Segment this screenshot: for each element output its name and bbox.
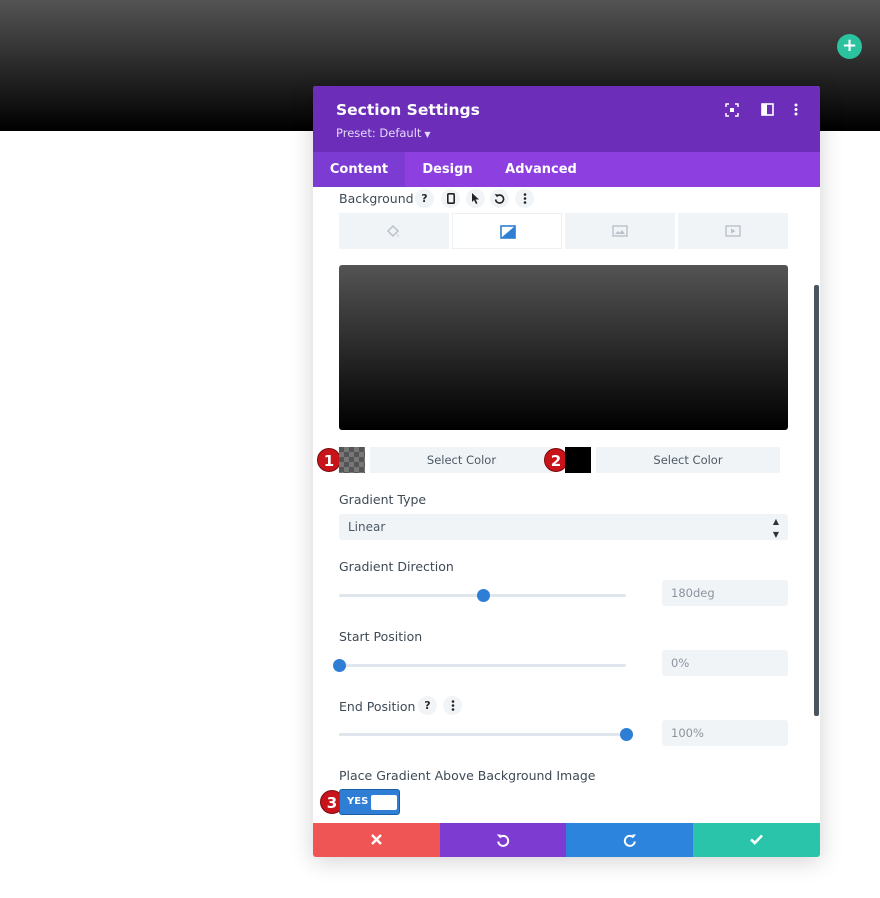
- gradient-preview: [339, 265, 788, 430]
- gradient-end-color-swatch[interactable]: [565, 447, 591, 473]
- gradient-type-select[interactable]: Linear ▲ ▼: [339, 514, 788, 540]
- annotation-badge-1: 1: [317, 448, 341, 472]
- preset-dropdown[interactable]: Preset: Default ▼: [336, 126, 431, 140]
- select-start-color-button[interactable]: Select Color: [370, 447, 553, 473]
- redo-button[interactable]: [566, 823, 693, 857]
- hover-cursor-icon[interactable]: [466, 189, 485, 208]
- gradient-direction-slider[interactable]: [339, 589, 626, 602]
- undo-button[interactable]: [440, 823, 566, 857]
- tab-background-image[interactable]: [565, 213, 675, 249]
- slider-thumb[interactable]: [476, 589, 490, 602]
- start-position-input[interactable]: 0%: [662, 650, 788, 676]
- settings-body: Background ? 1 Select Color 2 Select Col…: [313, 187, 820, 823]
- paint-bucket-icon: [386, 224, 400, 238]
- help-icon[interactable]: ?: [415, 189, 434, 208]
- slider-thumb[interactable]: [620, 728, 633, 741]
- more-options-icon[interactable]: [515, 189, 534, 208]
- mobile-icon[interactable]: [441, 189, 460, 208]
- caret-down-icon: ▼: [424, 130, 431, 139]
- gradient-start-color-swatch[interactable]: [339, 447, 365, 473]
- modal-footer: [313, 823, 820, 857]
- close-icon: [371, 834, 382, 845]
- end-position-input[interactable]: 100%: [662, 720, 788, 746]
- start-position-slider[interactable]: [333, 659, 626, 672]
- place-gradient-above-label: Place Gradient Above Background Image: [339, 768, 596, 783]
- select-arrows-icon: ▲ ▼: [772, 517, 779, 539]
- more-options-icon[interactable]: [443, 696, 462, 715]
- settings-tabs: Content Design Advanced: [313, 152, 820, 187]
- select-end-color-button[interactable]: Select Color: [596, 447, 780, 473]
- tab-design[interactable]: Design: [405, 152, 490, 187]
- image-icon: [612, 225, 628, 237]
- preset-label: Preset: Default: [336, 126, 422, 140]
- save-button[interactable]: [693, 823, 820, 857]
- modal-header: Section Settings Preset: Default ▼: [313, 86, 820, 152]
- tab-content[interactable]: Content: [313, 152, 405, 187]
- fullscreen-icon[interactable]: [724, 103, 740, 119]
- split-view-icon[interactable]: [759, 103, 775, 119]
- help-icon[interactable]: ?: [418, 696, 437, 715]
- more-options-icon[interactable]: [788, 103, 804, 119]
- end-position-label: End Position: [339, 699, 416, 714]
- reset-icon[interactable]: [490, 189, 509, 208]
- background-label: Background: [339, 191, 414, 206]
- tab-advanced[interactable]: Advanced: [490, 152, 592, 187]
- start-position-label: Start Position: [339, 629, 423, 644]
- section-settings-modal: Section Settings Preset: Default ▼ Conten…: [313, 86, 820, 857]
- gradient-direction-label: Gradient Direction: [339, 559, 454, 574]
- video-icon: [725, 225, 741, 237]
- slider-thumb[interactable]: [333, 659, 346, 672]
- tab-background-gradient[interactable]: [452, 213, 562, 249]
- tab-background-color[interactable]: [339, 213, 449, 249]
- discard-button[interactable]: [313, 823, 440, 857]
- gradient-type-value: Linear: [348, 520, 386, 534]
- check-icon: [750, 834, 763, 845]
- gradient-icon: [500, 225, 516, 239]
- tab-background-video[interactable]: [678, 213, 788, 249]
- toggle-label: YES: [347, 796, 369, 807]
- modal-title: Section Settings: [336, 101, 480, 119]
- redo-icon: [623, 834, 636, 847]
- toggle-knob: [371, 795, 397, 810]
- background-type-tabs: [339, 213, 788, 249]
- place-gradient-above-toggle[interactable]: YES: [339, 789, 400, 815]
- undo-icon: [496, 834, 510, 847]
- add-section-button[interactable]: +: [837, 34, 862, 59]
- gradient-type-label: Gradient Type: [339, 492, 427, 507]
- scrollbar[interactable]: [814, 285, 819, 716]
- gradient-direction-input[interactable]: 180deg: [662, 580, 788, 606]
- end-position-slider[interactable]: [339, 728, 633, 741]
